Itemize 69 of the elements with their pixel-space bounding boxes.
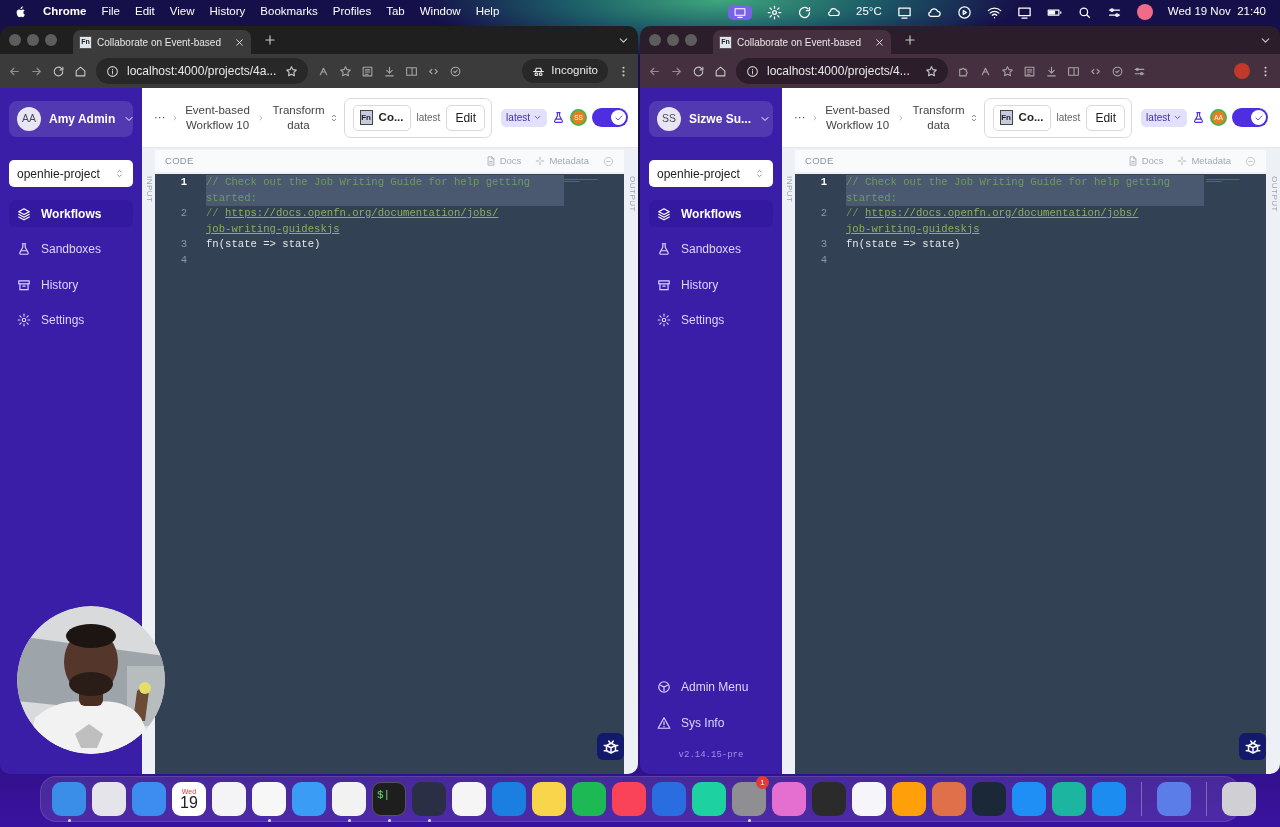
menu-item[interactable]: Tab — [386, 3, 405, 21]
menu-clock[interactable]: Wed 19 Nov 21:40 — [1167, 3, 1266, 21]
adaptor-logo: Fn — [999, 110, 1013, 125]
project-select[interactable]: openhie-project — [649, 160, 773, 187]
version-label: latest — [416, 111, 441, 125]
line-number: 4 — [179, 252, 187, 268]
breadcrumb-overflow[interactable]: ··· — [154, 108, 166, 127]
menu-item[interactable]: Edit — [135, 3, 155, 21]
menu-item[interactable]: Help — [475, 3, 500, 21]
adaptor-logo: Fn — [359, 110, 373, 125]
line-number: 1 — [179, 175, 187, 190]
code-line: fn(state => state) — [206, 237, 322, 252]
menu-item[interactable]: Window — [419, 3, 461, 21]
user-name: Amy Admin — [49, 111, 116, 128]
incognito-chip[interactable]: Incognito — [522, 59, 608, 83]
adaptor-button[interactable]: Fn Co... — [352, 104, 411, 131]
url-text: localhost:4000/projects/4a... — [127, 63, 277, 80]
calendar-date: 19 — [180, 794, 198, 811]
app-menu[interactable]: Chrome — [43, 3, 87, 21]
nav-item[interactable]: Settings — [649, 306, 773, 334]
nav-item[interactable]: Workflows — [649, 200, 773, 227]
menu-item[interactable]: Profiles — [332, 3, 372, 21]
breadcrumb-link[interactable]: Transform data — [269, 102, 328, 133]
panel-title: CODE — [805, 153, 834, 168]
line-number: 3 — [179, 237, 187, 252]
user-name: Sizwe Su... — [689, 111, 751, 128]
version-dropdown[interactable]: latest — [501, 108, 547, 127]
user-avatar: SS — [657, 107, 681, 131]
line-number: 2 — [819, 206, 827, 221]
code-line: fn(state => state) — [846, 237, 962, 252]
breadcrumb-link[interactable]: Transform data — [909, 102, 968, 133]
nav-item[interactable]: Workflows — [9, 200, 133, 227]
user-avatar: AA — [17, 107, 41, 131]
version-text: v2.14.15-pre — [677, 748, 745, 762]
edit-button[interactable]: Edit — [446, 104, 486, 131]
nav-item[interactable]: History — [649, 271, 773, 298]
panel-title: CODE — [165, 153, 194, 168]
breadcrumb-link[interactable]: Event-based Workflow 10 — [183, 102, 252, 133]
menu-item[interactable]: History — [209, 3, 246, 21]
address-bar[interactable]: localhost:4000/projects/4a... — [96, 58, 308, 84]
adaptor-button[interactable]: Fn Co... — [992, 104, 1051, 131]
nav-item[interactable]: History — [9, 271, 133, 298]
project-select[interactable]: openhie-project — [9, 160, 133, 187]
menu-item[interactable]: File — [101, 3, 120, 21]
nav-item[interactable]: Settings — [9, 306, 133, 334]
user-menu[interactable]: SS Sizwe Su... — [649, 101, 773, 137]
url-text: localhost:4000/projects/4... — [767, 63, 911, 80]
breadcrumb-link[interactable]: Event-based Workflow 10 — [823, 102, 892, 133]
menu-item[interactable]: Bookmarks — [260, 3, 318, 21]
code-line: // https://docs.openfn.org/documentation/jobs/job-writing-guideskjs — [206, 206, 564, 237]
notification-badge: 1 — [756, 776, 769, 789]
breadcrumb-overflow[interactable]: ··· — [794, 108, 806, 127]
code-line: // https://docs.openfn.org/documentation/jobs/job-writing-guideskjs — [846, 206, 1204, 237]
menu-item[interactable]: View — [169, 3, 195, 21]
nav-item[interactable]: Sandboxes — [9, 235, 133, 263]
nav-item[interactable]: Admin Menu — [649, 673, 773, 701]
edit-button[interactable]: Edit — [1086, 104, 1126, 131]
address-bar[interactable]: localhost:4000/projects/4... — [736, 58, 948, 84]
line-number: 1 — [819, 175, 827, 190]
weather-text[interactable]: 25°C — [856, 3, 882, 21]
line-number: 4 — [819, 252, 827, 268]
version-dropdown[interactable]: latest — [1141, 108, 1187, 127]
user-menu[interactable]: AA Amy Admin — [9, 101, 133, 137]
line-number: 3 — [819, 237, 827, 252]
line-number: 2 — [179, 206, 187, 221]
nav-item[interactable]: Sys Info — [649, 709, 773, 737]
nav-item[interactable]: Sandboxes — [649, 235, 773, 263]
version-label: latest — [1056, 111, 1081, 125]
terminal-icon[interactable]: $| — [372, 782, 406, 816]
